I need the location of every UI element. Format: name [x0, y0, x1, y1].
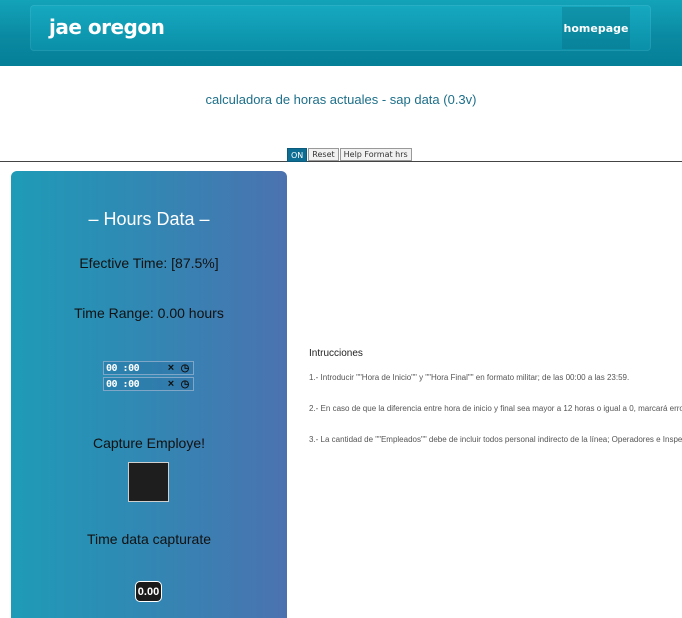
- clear-icon[interactable]: ×: [165, 362, 177, 374]
- time-data-label: Time data capturate: [87, 531, 211, 547]
- clock-icon[interactable]: ◷: [177, 363, 193, 374]
- page-subtitle: calculadora de horas actuales - sap data…: [205, 92, 477, 107]
- time-range-label: Time Range: 0.00 hours: [74, 305, 224, 321]
- efective-time-label: Efective Time: [87.5%]: [79, 255, 219, 271]
- instructions-title: Intrucciones: [309, 348, 363, 359]
- start-time-value: 00 :00: [106, 362, 140, 374]
- capture-employe-label: Capture Employe!: [92, 435, 206, 451]
- time-data-value: 0.00: [135, 581, 162, 602]
- employee-input[interactable]: [128, 462, 169, 502]
- instructions: Intrucciones 1.- Introducir ""Hora de In…: [309, 348, 682, 466]
- toolbar: ON Reset Help Format hrs: [287, 148, 412, 162]
- end-time-input[interactable]: 00 :00 × ◷: [103, 377, 194, 391]
- start-time-input[interactable]: 00 :00 × ◷: [103, 361, 194, 375]
- top-navbar: jae oregon homepage: [0, 0, 682, 66]
- help-format-button[interactable]: Help Format hrs: [339, 148, 412, 161]
- instruction-item: 2.- En caso de que la diferencia entre h…: [309, 404, 682, 413]
- clock-icon[interactable]: ◷: [177, 379, 193, 390]
- panel-title: – Hours Data –: [88, 209, 210, 229]
- homepage-button[interactable]: homepage: [562, 7, 630, 49]
- hours-data-panel: – Hours Data – Efective Time: [87.5%] Ti…: [11, 171, 287, 618]
- instruction-item: 3.- La cantidad de ""Empleados"" debe de…: [309, 435, 682, 444]
- on-button[interactable]: ON: [287, 148, 308, 162]
- clear-icon[interactable]: ×: [165, 378, 177, 390]
- end-time-value: 00 :00: [106, 378, 140, 390]
- reset-button[interactable]: Reset: [308, 148, 339, 161]
- instruction-item: 1.- Introducir ""Hora de Inicio"" y ""Ho…: [309, 373, 630, 382]
- brand-title[interactable]: jae oregon: [49, 15, 165, 39]
